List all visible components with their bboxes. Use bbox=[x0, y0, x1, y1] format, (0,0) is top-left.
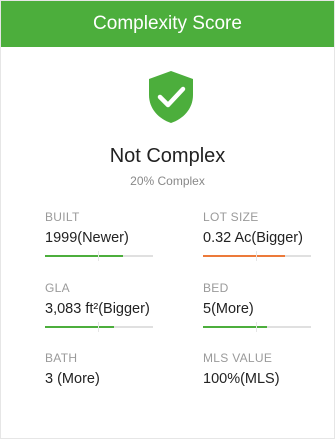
metric-bar-fill bbox=[203, 326, 267, 328]
metric-value: 3 (More) bbox=[45, 371, 100, 387]
metric-label: BED bbox=[203, 281, 229, 295]
metric-label: LOT SIZE bbox=[203, 210, 259, 224]
metric-bath: BATH 3 (More) bbox=[45, 351, 175, 387]
card-title: Complexity Score bbox=[93, 13, 242, 34]
metric-value: 0.32 Ac(Bigger) bbox=[203, 230, 303, 246]
complexity-percentage: 20% Complex bbox=[130, 174, 205, 188]
metric-bed: BED 5(More) bbox=[203, 281, 333, 332]
metric-built: BUILT 1999(Newer) bbox=[45, 210, 175, 261]
metric-bar-tick bbox=[98, 251, 99, 261]
complexity-status-title: Not Complex bbox=[109, 145, 226, 167]
metric-value: 100%(MLS) bbox=[203, 371, 280, 387]
metric-bar-fill bbox=[45, 326, 115, 328]
metric-label: BUILT bbox=[45, 210, 80, 224]
shield-shape bbox=[149, 71, 193, 123]
metric-bar bbox=[203, 322, 311, 332]
metric-lot-size: LOT SIZE 0.32 Ac(Bigger) bbox=[203, 210, 333, 261]
metric-value: 1999(Newer) bbox=[45, 230, 129, 246]
card-header: Complexity Score bbox=[1, 1, 334, 47]
metric-value: 5(More) bbox=[203, 301, 254, 317]
metric-bar-fill bbox=[45, 255, 123, 257]
metric-label: MLS VALUE bbox=[203, 351, 273, 365]
metric-label: GLA bbox=[45, 281, 70, 295]
metric-bar bbox=[45, 322, 153, 332]
metric-bar-tick bbox=[256, 322, 257, 332]
metric-bar-tick bbox=[98, 322, 99, 332]
metric-gla: GLA 3,083 ft²(Bigger) bbox=[45, 281, 175, 332]
complexity-score-card: Complexity Score Not Complex 20% Complex… bbox=[0, 0, 335, 439]
metric-value: 3,083 ft²(Bigger) bbox=[45, 301, 150, 317]
shield-check-icon bbox=[149, 71, 193, 123]
metric-bar-fill bbox=[203, 255, 286, 257]
metric-mls-value: MLS VALUE 100%(MLS) bbox=[203, 351, 333, 387]
metric-bar-tick bbox=[256, 251, 257, 261]
metric-bar bbox=[45, 251, 153, 261]
metric-bar bbox=[203, 251, 311, 261]
metric-label: BATH bbox=[45, 351, 78, 365]
